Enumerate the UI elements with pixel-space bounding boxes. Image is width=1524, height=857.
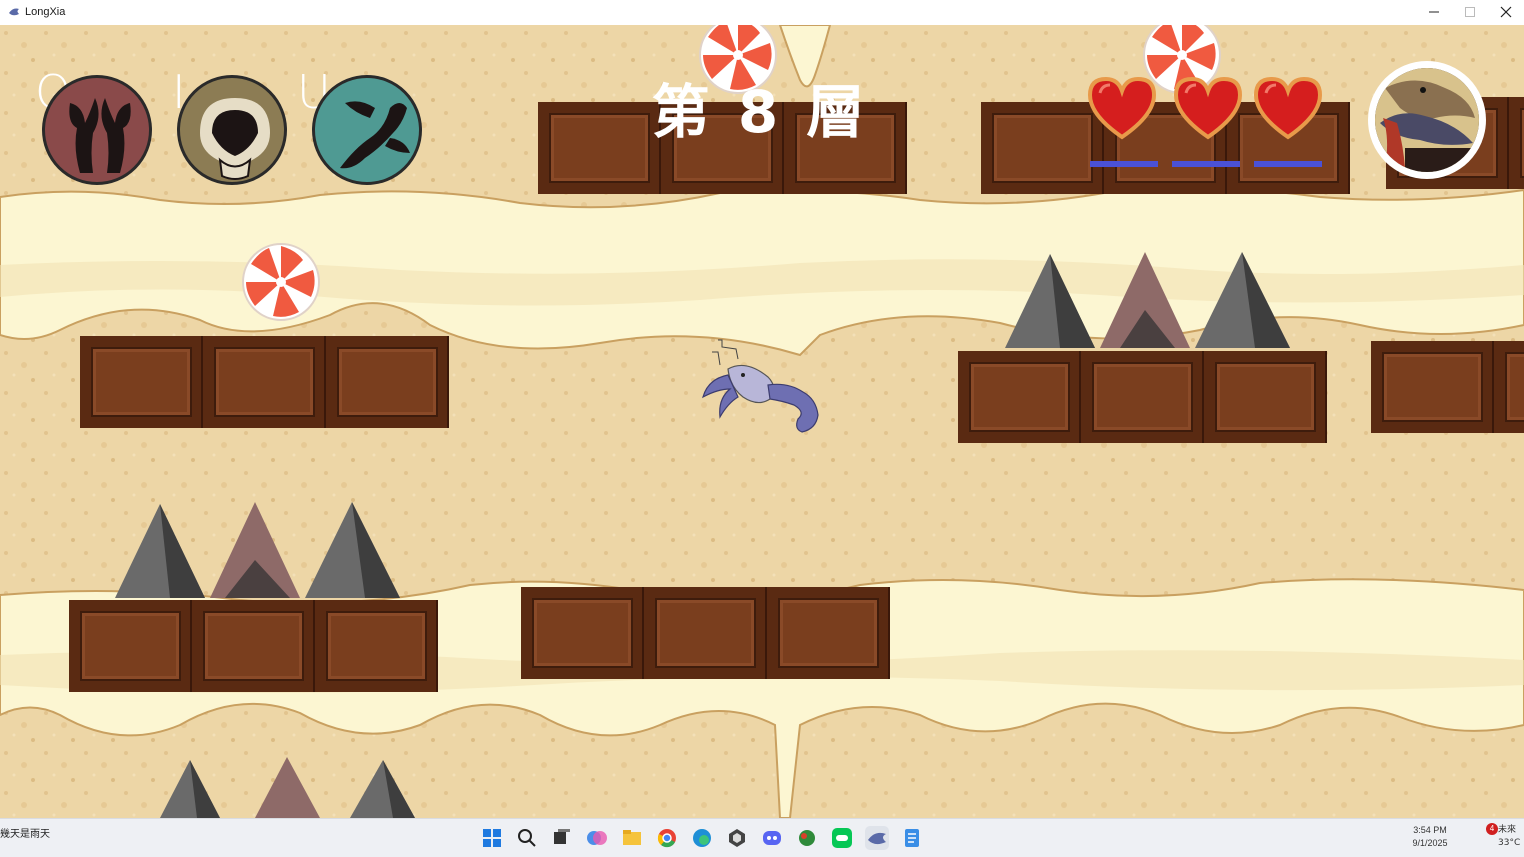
window-title: LongXia — [25, 6, 66, 18]
character-portrait — [1368, 61, 1486, 179]
floor-level-label: 第 8 層 — [651, 78, 869, 146]
app-icon — [9, 8, 19, 16]
scorpion-icon — [340, 101, 410, 169]
skill-scorpion[interactable] — [312, 75, 422, 185]
weather-tray-temp: 33°C — [1498, 838, 1521, 848]
player-crayfish — [702, 339, 819, 433]
game-canvas[interactable]: O I U 第 8 層 — [0, 25, 1524, 818]
discord-icon[interactable] — [760, 826, 784, 850]
longxia-app-icon[interactable] — [865, 826, 889, 850]
crayfish-portrait-icon — [1375, 68, 1479, 172]
taskview-icon[interactable] — [550, 826, 574, 850]
shell-icon — [200, 98, 270, 180]
weather-tray-label: 未來 — [1498, 825, 1517, 835]
game-icon[interactable] — [795, 826, 819, 850]
skill-claws[interactable] — [42, 75, 152, 185]
chocolate-platform — [80, 336, 449, 428]
weather-widget[interactable]: 幾天是雨天 — [0, 825, 50, 840]
skill-shell[interactable] — [177, 75, 287, 185]
chocolate-platform — [521, 587, 890, 679]
notepad-icon[interactable] — [900, 826, 924, 850]
line-icon[interactable] — [830, 826, 854, 850]
chocolate-platform — [958, 351, 1327, 443]
heart-icon — [1254, 77, 1322, 139]
weather-tray[interactable]: 未來 33°C — [1498, 824, 1520, 850]
spike-cluster-left — [115, 502, 400, 598]
minimize-button[interactable] — [1416, 0, 1452, 25]
taskbar: 幾天是雨天 3:54 PM 9/1/2025 4 未來 33°C — [0, 818, 1524, 857]
notification-badge: 4 — [1486, 823, 1498, 835]
chocolate-platform — [69, 600, 438, 692]
heart-icon — [1174, 77, 1242, 139]
chocolate-platform — [1371, 341, 1524, 433]
peppermint-candy — [242, 243, 320, 321]
close-button[interactable] — [1488, 0, 1524, 25]
start-icon[interactable] — [480, 826, 504, 850]
hp-bar-segment — [1172, 161, 1240, 167]
edge-icon[interactable] — [690, 826, 714, 850]
spike-cluster-right — [1005, 252, 1290, 348]
copilot-icon[interactable] — [585, 826, 609, 850]
maximize-button[interactable] — [1452, 0, 1488, 25]
chrome-icon[interactable] — [655, 826, 679, 850]
heart-icon — [1088, 77, 1156, 139]
unity-icon[interactable] — [725, 826, 749, 850]
clock-time: 3:54 PM — [1413, 825, 1447, 835]
system-clock[interactable]: 3:54 PM 9/1/2025 — [1400, 824, 1460, 850]
claws-icon — [69, 98, 131, 173]
hp-bar-segment — [1090, 161, 1158, 167]
spike-cluster-bottom — [160, 757, 415, 818]
clock-date: 9/1/2025 — [1412, 838, 1448, 848]
hp-bar-segment — [1254, 161, 1322, 167]
file-explorer-icon[interactable] — [620, 826, 644, 850]
search-icon[interactable] — [515, 826, 539, 850]
window-titlebar: LongXia — [0, 0, 1524, 26]
